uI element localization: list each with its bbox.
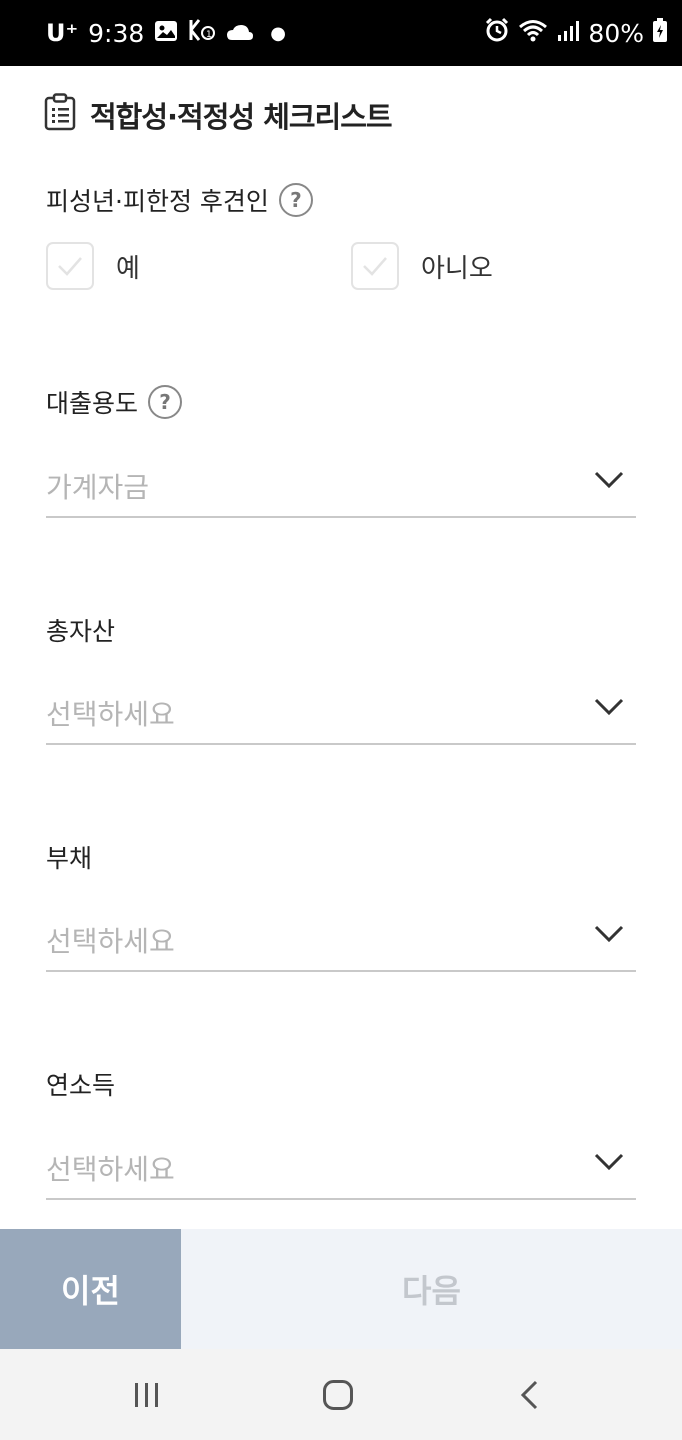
back-icon — [520, 1380, 538, 1409]
annual-income-label: 연소득 — [46, 1071, 116, 1100]
network-icon: 1 — [188, 17, 216, 49]
check-icon — [58, 257, 82, 276]
clock: 9:38 — [88, 18, 145, 48]
loan-purpose-help-icon[interactable]: ? — [148, 385, 183, 419]
chevron-down-icon — [594, 925, 624, 943]
alarm-icon — [484, 17, 510, 49]
loan-purpose-value: 가계자금 — [46, 471, 150, 504]
yes-checkbox[interactable] — [46, 242, 94, 290]
status-bar: U⁺ 9:38 1 ● 80% — [0, 0, 682, 66]
total-assets-placeholder: 선택하세요 — [46, 698, 175, 731]
status-right: 80% — [484, 0, 668, 66]
carrier-label: U⁺ — [46, 19, 79, 47]
total-assets-label-row: 총자산 — [46, 612, 115, 648]
recent-apps-icon — [135, 1382, 158, 1407]
loan-purpose-select[interactable]: 가계자금 — [46, 454, 636, 518]
no-label: 아니오 — [421, 253, 493, 284]
page-header: 적합성·적정성 체크리스트 — [0, 66, 682, 156]
total-assets-select[interactable]: 선택하세요 — [46, 681, 636, 745]
wifi-icon — [518, 18, 548, 48]
yes-label: 예 — [116, 253, 140, 284]
check-icon — [363, 257, 387, 276]
recent-apps-button[interactable] — [87, 1349, 207, 1440]
loan-purpose-label: 대출용도 — [46, 389, 139, 418]
liabilities-label-row: 부채 — [46, 839, 92, 875]
loan-purpose-label-row: 대출용도 ? — [46, 384, 183, 420]
prev-button[interactable]: 이전 — [0, 1229, 181, 1349]
chevron-down-icon — [594, 471, 624, 489]
annual-income-label-row: 연소득 — [46, 1066, 115, 1102]
notification-dot: ● — [270, 22, 287, 44]
guardian-label: 피성년·피한정 후견인 — [46, 187, 269, 216]
back-button[interactable] — [469, 1349, 589, 1440]
liabilities-placeholder: 선택하세요 — [46, 925, 175, 958]
total-assets-label: 총자산 — [46, 617, 116, 646]
liabilities-select[interactable]: 선택하세요 — [46, 908, 636, 972]
image-icon — [154, 19, 178, 48]
clipboard-icon — [44, 93, 76, 131]
signal-icon — [556, 19, 580, 48]
no-checkbox[interactable] — [351, 242, 399, 290]
home-icon — [323, 1379, 353, 1410]
page-title: 적합성·적정성 체크리스트 — [90, 100, 393, 134]
annual-income-placeholder: 선택하세요 — [46, 1153, 175, 1186]
chevron-down-icon — [594, 698, 624, 716]
battery-icon — [652, 17, 668, 49]
guardian-help-icon[interactable]: ? — [278, 183, 313, 217]
guardian-label-row: 피성년·피한정 후견인 ? — [46, 182, 313, 218]
system-nav-bar — [0, 1349, 682, 1440]
home-button[interactable] — [278, 1349, 398, 1440]
liabilities-label: 부채 — [46, 844, 93, 873]
chevron-down-icon — [594, 1153, 624, 1171]
cloud-icon — [226, 19, 254, 48]
option-no[interactable]: 아니오 — [351, 242, 493, 290]
annual-income-select[interactable]: 선택하세요 — [46, 1136, 636, 1200]
next-button[interactable]: 다음 — [181, 1229, 682, 1349]
status-left: U⁺ 9:38 1 ● — [46, 0, 292, 66]
battery-percent: 80% — [588, 18, 644, 48]
svg-text:1: 1 — [206, 30, 212, 40]
option-yes[interactable]: 예 — [46, 242, 140, 290]
